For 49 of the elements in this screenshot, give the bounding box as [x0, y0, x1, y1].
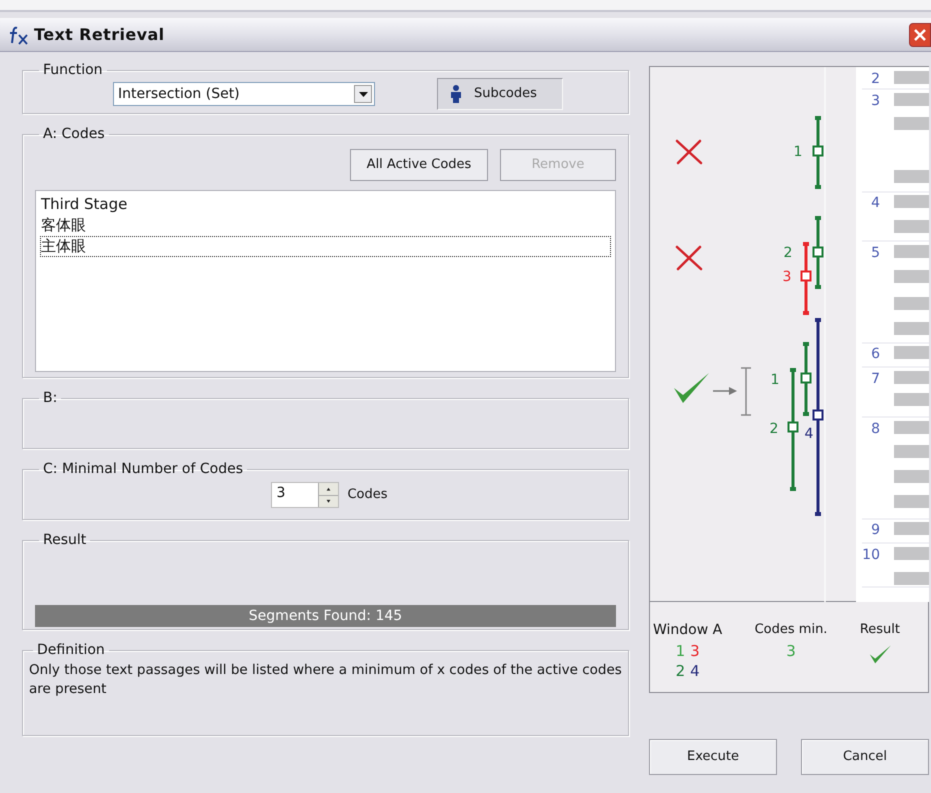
group-label: C: Minimal Number of Codes [42, 460, 244, 479]
dialog-button[interactable]: Execute [649, 739, 777, 775]
line-number: 5 [871, 245, 880, 261]
line-number: 4 [871, 195, 880, 211]
group-label: A: Codes [42, 125, 106, 144]
code-action-button[interactable]: All Active Codes [350, 149, 488, 181]
span-bracket [740, 367, 752, 416]
code-list-item[interactable]: 主体眼 [40, 236, 611, 257]
result-label: Result [860, 621, 900, 639]
close-icon [913, 28, 927, 42]
line-number: 8 [871, 421, 880, 437]
segment-label: 2 [770, 421, 778, 437]
code-list-item[interactable]: 客体眼 [40, 215, 611, 236]
line-number: 2 [871, 71, 880, 87]
line-number: 9 [871, 522, 880, 538]
number-spinner[interactable]: 3 [271, 482, 340, 508]
line-number: 6 [871, 346, 880, 362]
close-button[interactable] [909, 22, 931, 46]
codes-min-value: 3 [786, 640, 796, 662]
group-label: Definition [36, 641, 106, 660]
group-label: Function [42, 61, 104, 80]
line-number: 3 [871, 93, 880, 109]
function-icon [8, 24, 30, 44]
codes-min-label: Codes min. [754, 621, 828, 639]
line-number: 7 [871, 371, 880, 387]
function-dropdown[interactable]: Intersection (Set) [113, 82, 375, 106]
person-icon [450, 85, 462, 103]
dropdown-arrow-icon [358, 92, 368, 96]
legend-code-number: 4 [690, 661, 700, 681]
arrow-icon [713, 387, 737, 395]
window-a-label: Window A [653, 621, 722, 640]
dialog-button[interactable]: Cancel [801, 739, 929, 775]
definition-text: Only those text passages will be listed where a minimum of x codes of the active codes are present [29, 661, 622, 699]
legend-code-number: 2 [676, 661, 686, 681]
line-number: 10 [862, 547, 880, 563]
segment-label: 1 [770, 372, 780, 388]
code-list-item[interactable]: Third Stage [40, 194, 611, 215]
segment-label: 2 [784, 245, 792, 261]
legend-code-number: 3 [690, 641, 700, 661]
segment-label: 3 [782, 269, 792, 285]
group-label: Result [42, 531, 88, 550]
window-title: Text Retrieval [34, 24, 165, 46]
codes-unit-label: Codes [347, 486, 388, 504]
segment-label: 1 [794, 144, 802, 160]
group-label: B: [42, 389, 58, 408]
legend-code-number: 1 [676, 641, 686, 661]
segment-label: 4 [804, 426, 814, 442]
subcodes-button[interactable]: Subcodes [437, 78, 563, 110]
segments-found-text: Segments Found: 145 [248, 606, 404, 626]
